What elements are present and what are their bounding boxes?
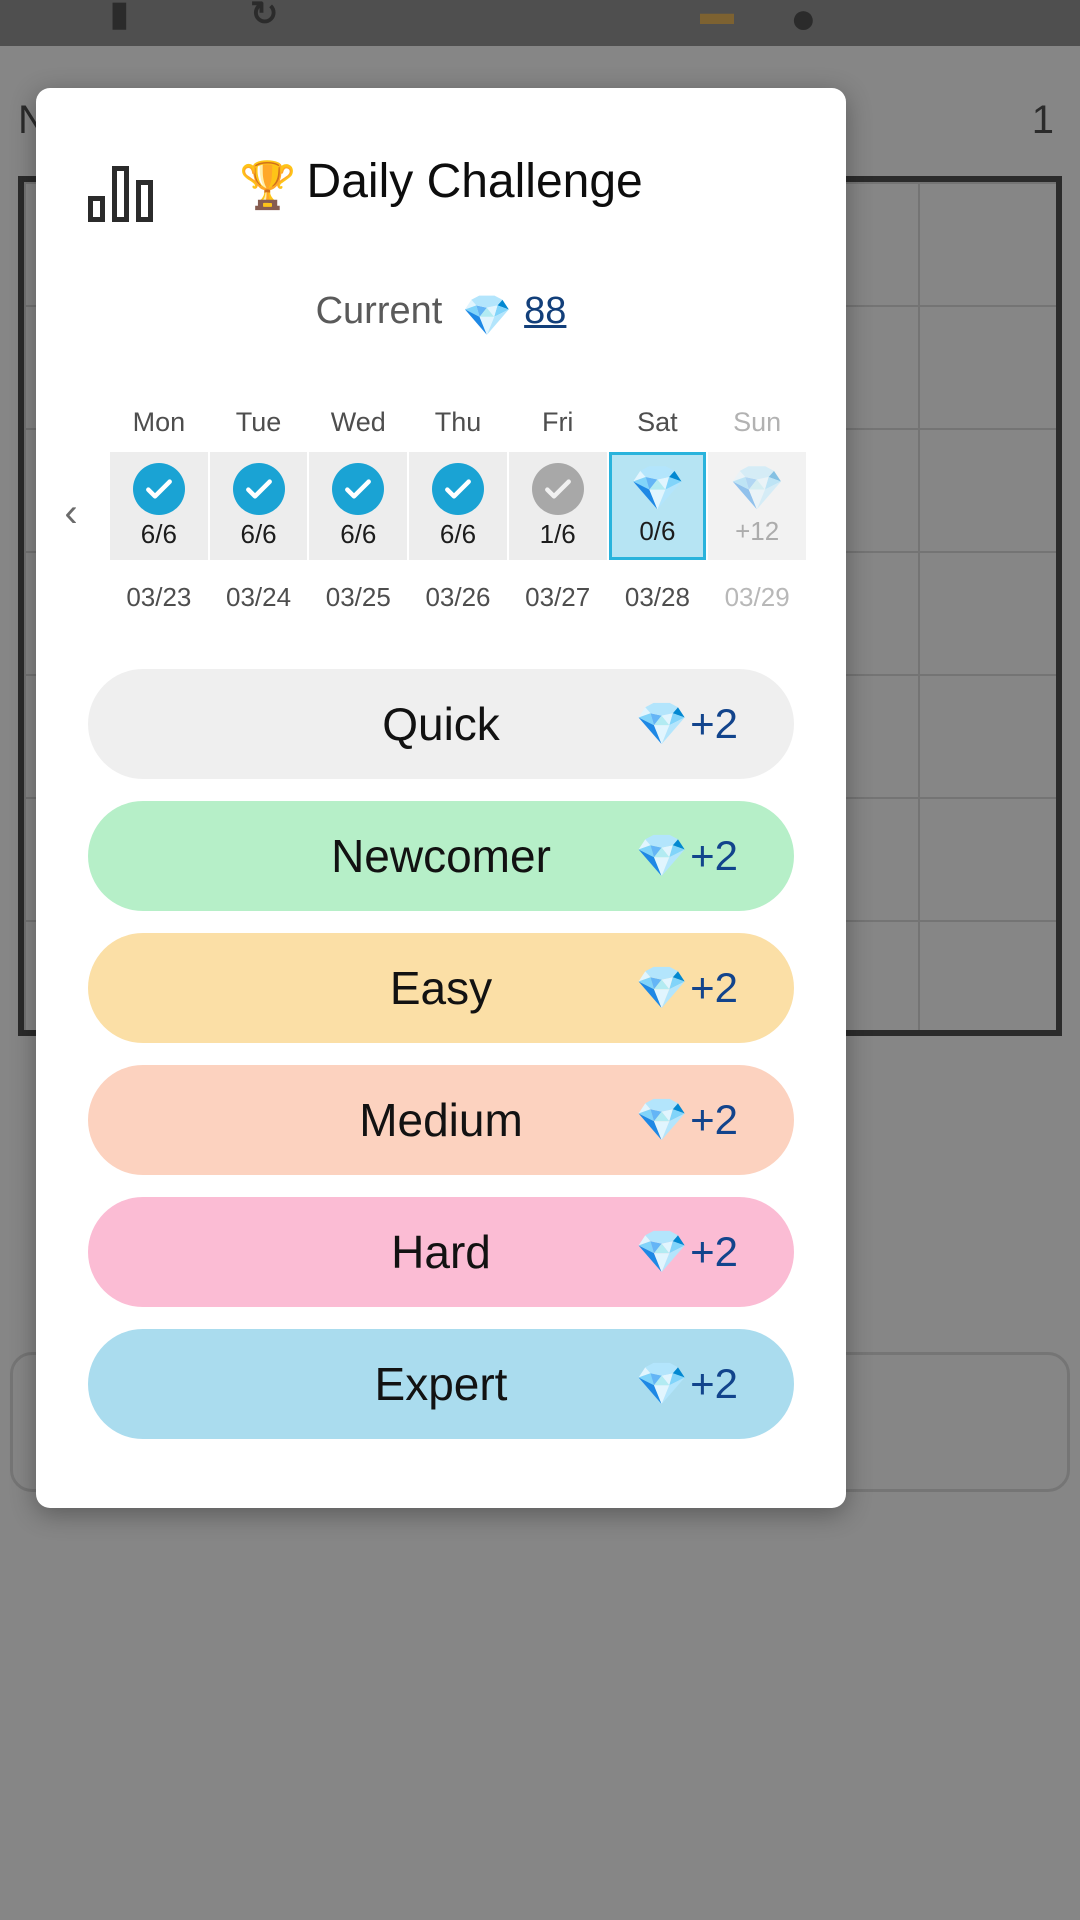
date-label-wed: 03/25 bbox=[325, 582, 391, 612]
difficulty-button-medium[interactable]: Medium 💎 +2 bbox=[88, 1065, 794, 1175]
day-cell-tue[interactable]: 6/6 bbox=[209, 452, 308, 560]
check-icon-incomplete bbox=[531, 462, 584, 515]
page-title-text: Daily Challenge bbox=[306, 155, 643, 208]
difficulty-label: Quick bbox=[382, 698, 500, 750]
bar-chart-icon[interactable] bbox=[88, 166, 154, 222]
difficulty-button-easy[interactable]: Easy 💎 +2 bbox=[88, 933, 794, 1043]
difficulty-list: Quick 💎 +2 Newcomer 💎 +2 Easy 💎 +2 Mediu… bbox=[36, 669, 846, 1439]
reward-badge: 💎 +2 bbox=[636, 964, 738, 1012]
difficulty-button-newcomer[interactable]: Newcomer 💎 +2 bbox=[88, 801, 794, 911]
current-gems-row: Current 💎 88 bbox=[36, 290, 846, 339]
date-label-tue: 03/24 bbox=[226, 582, 292, 612]
difficulty-label: Expert bbox=[374, 1358, 508, 1410]
gem-icon: 💎 bbox=[635, 1360, 689, 1407]
day-cell-mon[interactable]: 6/6 bbox=[110, 452, 208, 560]
day-cell-row: 6/6 6/6 6/6 6/6 1/6 💎 0/6 💎 +12 bbox=[110, 452, 806, 560]
weekday-label-sun: Sun bbox=[733, 407, 782, 437]
difficulty-button-quick[interactable]: Quick 💎 +2 bbox=[88, 669, 794, 779]
difficulty-label: Hard bbox=[391, 1226, 491, 1278]
gem-icon: 💎 bbox=[462, 294, 513, 338]
check-icon bbox=[232, 462, 285, 515]
gem-icon: 💎 bbox=[635, 1228, 689, 1275]
reward-badge: 💎 +2 bbox=[636, 832, 738, 880]
date-label-thu: 03/26 bbox=[425, 582, 491, 612]
page-title: 🏆 Daily Challenge bbox=[36, 144, 846, 211]
day-progress-tue: 6/6 bbox=[240, 518, 277, 549]
reward-amount: +2 bbox=[690, 1360, 738, 1407]
weekday-label-sat: Sat bbox=[637, 407, 678, 437]
date-label-sat: 03/28 bbox=[624, 582, 690, 612]
reward-amount: +2 bbox=[690, 832, 738, 879]
reward-amount: +2 bbox=[690, 1096, 738, 1143]
reward-amount: +2 bbox=[690, 700, 738, 747]
check-icon bbox=[332, 462, 385, 515]
day-progress-thu: 6/6 bbox=[439, 518, 477, 549]
trophy-icon: 🏆 bbox=[239, 159, 297, 211]
previous-week-button[interactable]: ‹ bbox=[54, 493, 88, 533]
day-cell-wed[interactable]: 6/6 bbox=[309, 452, 408, 560]
check-icon bbox=[431, 462, 484, 515]
daily-challenge-dialog: 🏆 Daily Challenge Current 💎 88 ‹ Mon Tue We… bbox=[36, 88, 846, 1508]
gem-icon: 💎 bbox=[630, 463, 685, 513]
day-progress-fri: 1/6 bbox=[539, 518, 576, 549]
date-label-fri: 03/27 bbox=[525, 582, 591, 612]
check-icon bbox=[132, 462, 185, 515]
week-calendar: ‹ Mon Tue Wed Thu Fri Sat Sun 6/6 6/6 6/… bbox=[36, 407, 846, 613]
dialog-header: 🏆 Daily Challenge bbox=[36, 144, 846, 264]
day-cell-fri[interactable]: 1/6 bbox=[508, 452, 607, 560]
day-progress-sat: 0/6 bbox=[639, 515, 676, 546]
weekday-label-tue: Tue bbox=[235, 407, 282, 437]
gem-icon: 💎 bbox=[635, 832, 689, 879]
date-label-mon: 03/23 bbox=[126, 582, 192, 612]
date-label-sun: 03/29 bbox=[724, 582, 790, 612]
day-progress-mon: 6/6 bbox=[140, 518, 177, 549]
reward-badge: 💎 +2 bbox=[636, 1096, 738, 1144]
difficulty-label: Newcomer bbox=[331, 830, 551, 882]
weekday-label-wed: Wed bbox=[330, 407, 386, 437]
day-cell-sat-today[interactable]: 💎 0/6 bbox=[608, 452, 707, 560]
gem-icon: 💎 bbox=[635, 1096, 689, 1143]
gem-icon: 💎 bbox=[635, 700, 689, 747]
difficulty-button-hard[interactable]: Hard 💎 +2 bbox=[88, 1197, 794, 1307]
difficulty-label: Easy bbox=[389, 962, 493, 1014]
weekday-label-fri: Fri bbox=[541, 407, 574, 437]
weekday-label-mon: Mon bbox=[132, 407, 186, 437]
day-progress-wed: 6/6 bbox=[340, 518, 377, 549]
difficulty-button-expert[interactable]: Expert 💎 +2 bbox=[88, 1329, 794, 1439]
reward-amount: +2 bbox=[690, 1228, 738, 1275]
weekday-label-thu: Thu bbox=[434, 407, 482, 437]
day-bonus-sun: +12 bbox=[735, 515, 780, 546]
reward-badge: 💎 +2 bbox=[636, 1360, 738, 1408]
reward-badge: 💎 +2 bbox=[636, 700, 738, 748]
reward-amount: +2 bbox=[690, 964, 738, 1011]
gem-icon: 💎 bbox=[635, 964, 689, 1011]
day-cell-thu[interactable]: 6/6 bbox=[409, 452, 507, 560]
day-cell-sun[interactable]: 💎 +12 bbox=[708, 452, 806, 560]
weekday-header-row: Mon Tue Wed Thu Fri Sat Sun bbox=[110, 407, 806, 452]
reward-badge: 💎 +2 bbox=[636, 1228, 738, 1276]
current-label: Current bbox=[315, 290, 443, 332]
gem-icon-faded: 💎 bbox=[729, 463, 785, 513]
current-gem-count[interactable]: 88 bbox=[524, 290, 566, 332]
difficulty-label: Medium bbox=[359, 1094, 523, 1146]
date-label-row: 03/23 03/24 03/25 03/26 03/27 03/28 03/2… bbox=[110, 582, 806, 613]
